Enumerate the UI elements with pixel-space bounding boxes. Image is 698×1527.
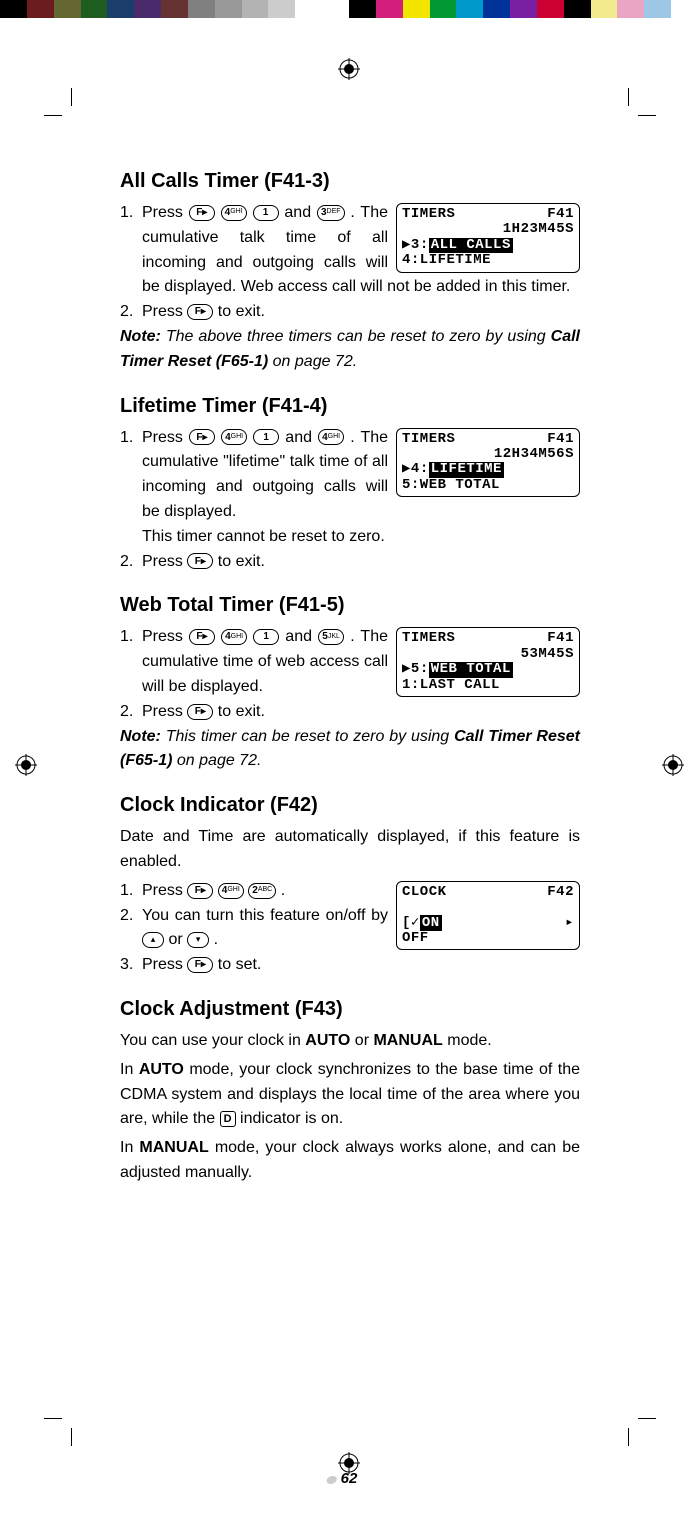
key-f: F▸ <box>189 629 215 645</box>
crop-mark <box>638 1418 656 1419</box>
key-up: ▴ <box>142 932 164 948</box>
key-1: 1 <box>253 629 279 645</box>
heading: Clock Indicator (F42) <box>120 794 580 817</box>
lcd-screenshot: TIMERSF41 53M45S ▶5:WEB TOTAL 1:LAST CAL… <box>396 627 580 697</box>
print-color-bar <box>0 0 698 18</box>
intro-text: Date and Time are automatically displaye… <box>120 825 580 875</box>
section-clock-indicator: Clock Indicator (F42) Date and Time are … <box>120 794 580 978</box>
step-3: 3. Press F▸ to set. <box>142 953 580 978</box>
key-f: F▸ <box>187 883 213 899</box>
crop-mark <box>71 88 72 106</box>
key-f: F▸ <box>187 957 213 973</box>
step-2: 2. You can turn this feature on/off by ▴… <box>142 904 580 954</box>
lcd-screenshot: TIMERSF41 12H34M56S ▶4:LIFETIME 5:WEB TO… <box>396 428 580 498</box>
section-clock-adjustment: Clock Adjustment (F43) You can use your … <box>120 998 580 1186</box>
key-3: 3DEF <box>317 205 345 221</box>
d-indicator-icon: D <box>220 1111 236 1127</box>
key-f: F▸ <box>189 429 215 445</box>
key-1: 1 <box>253 205 279 221</box>
key-1: 1 <box>253 429 279 445</box>
key-4: 4GHI <box>318 429 344 445</box>
step-2: 2. Press F▸ to exit. <box>142 700 580 725</box>
registration-mark-left <box>15 754 37 776</box>
step-1: 1. TIMERSF41 12H34M56S ▶4:LIFETIME 5:WEB… <box>142 426 580 550</box>
step-2: 2. Press F▸ to exit. <box>142 300 580 325</box>
page-number: 62 <box>341 1470 358 1487</box>
crop-mark <box>44 1418 62 1419</box>
crop-mark <box>44 115 62 116</box>
step-2: 2. Press F▸ to exit. <box>142 550 580 575</box>
crop-mark <box>638 115 656 116</box>
key-down: ▾ <box>187 932 209 948</box>
step-1: 1. TIMERSF41 1H23M45S ▶3:ALL CALLS 4:LIF… <box>142 201 580 300</box>
crop-mark <box>628 1428 629 1446</box>
section-lifetime-timer: Lifetime Timer (F41-4) 1. TIMERSF41 12H3… <box>120 395 580 575</box>
page-content: All Calls Timer (F41-3) 1. TIMERSF41 1H2… <box>120 170 580 1206</box>
key-4: 4GHI <box>221 205 247 221</box>
key-4: 4GHI <box>221 629 247 645</box>
registration-mark-right <box>662 754 684 776</box>
step-1: 1. CLOCKF42 [✓ON▸ OFF Press F▸ 4GHI 2ABC… <box>142 879 580 904</box>
key-f: F▸ <box>187 304 213 320</box>
key-5: 5JKL <box>318 629 344 645</box>
note: Note: This timer can be reset to zero by… <box>120 725 580 775</box>
heading: All Calls Timer (F41-3) <box>120 170 580 193</box>
key-4: 4GHI <box>221 429 247 445</box>
key-f: F▸ <box>187 553 213 569</box>
lcd-screenshot: TIMERSF41 1H23M45S ▶3:ALL CALLS 4:LIFETI… <box>396 203 580 273</box>
note: Note: The above three timers can be rese… <box>120 325 580 375</box>
heading: Lifetime Timer (F41-4) <box>120 395 580 418</box>
crop-mark <box>71 1428 72 1446</box>
key-f: F▸ <box>189 205 215 221</box>
key-2: 2ABC <box>248 883 276 899</box>
section-web-total-timer: Web Total Timer (F41-5) 1. TIMERSF41 53M… <box>120 594 580 774</box>
section-all-calls-timer: All Calls Timer (F41-3) 1. TIMERSF41 1H2… <box>120 170 580 375</box>
registration-mark-top <box>338 58 360 80</box>
heading: Clock Adjustment (F43) <box>120 998 580 1021</box>
crop-mark <box>628 88 629 106</box>
body-text: In MANUAL mode, your clock always works … <box>120 1136 580 1186</box>
body-text: In AUTO mode, your clock synchronizes to… <box>120 1058 580 1132</box>
body-text: You can use your clock in AUTO or MANUAL… <box>120 1029 580 1054</box>
key-f: F▸ <box>187 704 213 720</box>
step-1: 1. TIMERSF41 53M45S ▶5:WEB TOTAL 1:LAST … <box>142 625 580 699</box>
heading: Web Total Timer (F41-5) <box>120 594 580 617</box>
key-4: 4GHI <box>218 883 244 899</box>
